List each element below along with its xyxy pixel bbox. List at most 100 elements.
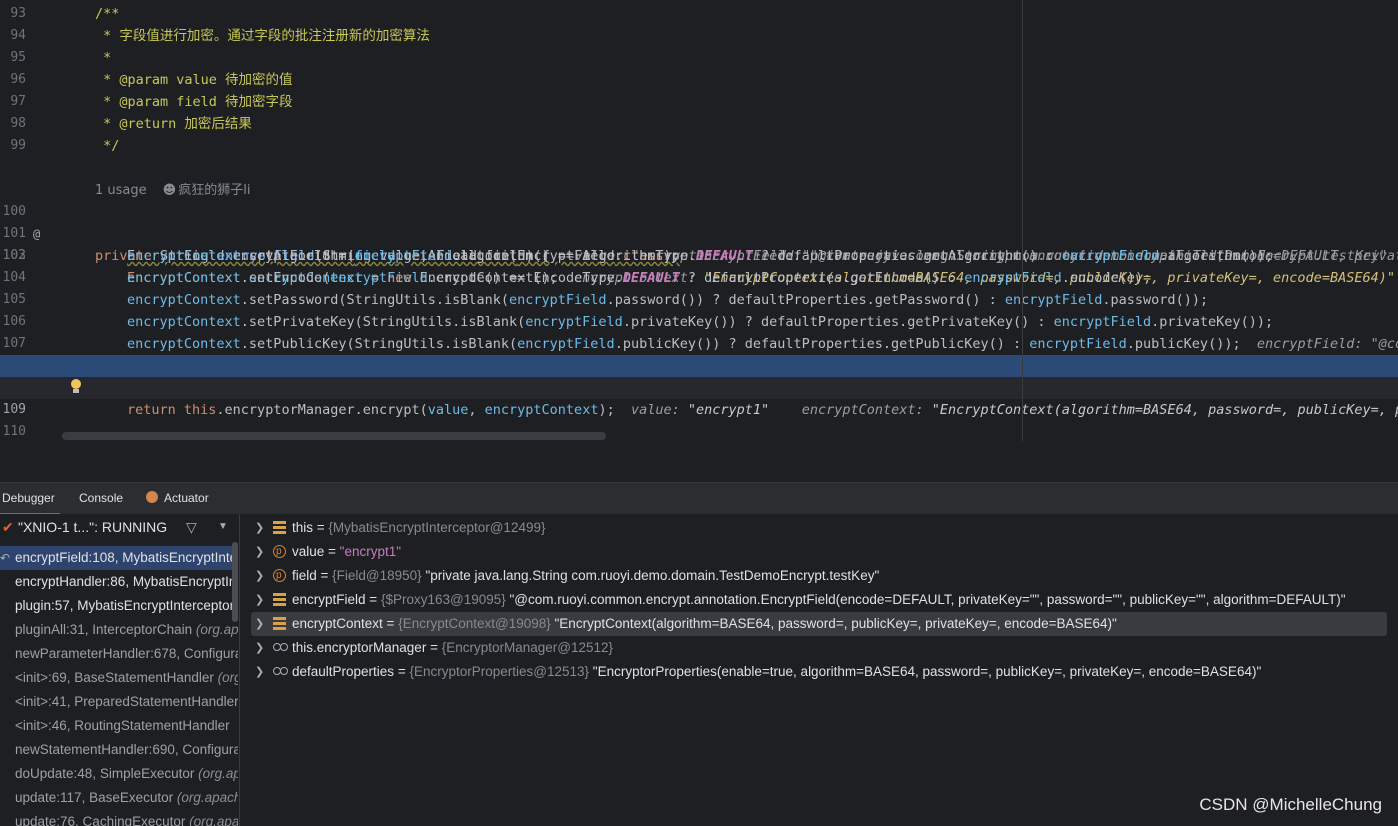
variable-name: this.encryptorManager bbox=[292, 640, 427, 655]
code-line-101[interactable]: 101 EncryptField encryptField = field.ge… bbox=[0, 201, 1398, 264]
code-token: ()) ? defaultProperties.getPassword bbox=[679, 292, 965, 308]
code-token: ? defaultProperties.getAlgorithm bbox=[752, 248, 1022, 264]
code-line-103[interactable]: 103 encryptContext.setAlgorithm(encryptFi… bbox=[0, 245, 1398, 267]
chevron-down-icon[interactable]: ▼ bbox=[218, 514, 228, 540]
variable-value: "private java.lang.String com.ruoyi.demo… bbox=[425, 568, 880, 583]
stack-frame[interactable]: doUpdate:48, SimpleExecutor (org.apache) bbox=[0, 762, 238, 786]
expand-chevron-icon[interactable]: ❯ bbox=[255, 540, 264, 564]
parameter-icon bbox=[273, 564, 286, 588]
stack-frame[interactable]: encryptHandler:86, MybatisEncryptInterce… bbox=[0, 570, 238, 594]
frame-package: (org.apache) bbox=[217, 670, 238, 685]
variable-row[interactable]: ❯field = {Field@18950} "private java.lan… bbox=[251, 564, 1387, 588]
stack-frame[interactable]: <init>:41, PreparedStatementHandler bbox=[0, 690, 238, 714]
horizontal-scrollbar[interactable] bbox=[62, 432, 606, 440]
variable-row[interactable]: ❯value = "encrypt1" bbox=[251, 540, 1387, 564]
code-line-99[interactable]: 99 */ bbox=[0, 135, 1398, 157]
comment-text: * 字段值进行加密。通过字段的批注注册新的加密算法 bbox=[95, 28, 430, 44]
tab-debugger[interactable]: Debugger bbox=[0, 483, 60, 515]
expand-chevron-icon[interactable]: ❯ bbox=[255, 588, 264, 612]
line-number[interactable]: 107 bbox=[0, 333, 26, 355]
tab-console[interactable]: Console bbox=[79, 483, 123, 515]
stack-frame[interactable]: newParameterHandler:678, Configuration bbox=[0, 642, 238, 666]
code-token: () : bbox=[923, 270, 965, 286]
code-token: .publicKey bbox=[614, 336, 696, 352]
frame-method: <init>:46, RoutingStatementHandler bbox=[15, 718, 230, 733]
code-line-110[interactable]: 110 bbox=[0, 399, 1398, 439]
code-line-100[interactable]: 100 @ private String encryptField(String… bbox=[0, 179, 1398, 264]
line-number[interactable]: 95 bbox=[0, 47, 26, 69]
code-line-105[interactable]: 105 encryptContext.setPassword(StringUtil… bbox=[0, 289, 1398, 311]
variable-row[interactable]: ❯ encryptField = {$Proxy163@19095} "@com.… bbox=[251, 588, 1387, 612]
variable-row[interactable]: ❯ defaultProperties = {EncryptorPropertie… bbox=[251, 660, 1387, 684]
stack-frame[interactable]: ↶ encryptField:108, MybatisEncryptInterce… bbox=[0, 546, 238, 570]
code-token: ? defaultProperties.getEncode bbox=[679, 270, 924, 286]
code-token: StringUtils bbox=[354, 336, 444, 352]
variable-ref: {EncryptorProperties@12513} bbox=[409, 664, 590, 679]
line-number[interactable]: 94 bbox=[0, 25, 26, 47]
variable-row[interactable]: ❯ this = {MybatisEncryptInterceptor@12499… bbox=[251, 516, 1387, 540]
code-line-102[interactable]: 102 EncryptContext encryptContext = new … bbox=[0, 223, 1398, 286]
expand-chevron-icon[interactable]: ❯ bbox=[255, 660, 264, 684]
stack-frame[interactable]: update:76, CachingExecutor (org.apache) bbox=[0, 810, 238, 826]
code-token: encryptContext bbox=[127, 336, 241, 352]
watermark: CSDN @MichelleChung bbox=[1199, 795, 1382, 814]
frames-scrollbar[interactable] bbox=[232, 542, 238, 622]
line-number[interactable]: 93 bbox=[0, 3, 26, 25]
code-line-104[interactable]: 104 encryptContext.setEncode(encryptField… bbox=[0, 267, 1398, 289]
expand-chevron-icon[interactable]: ❯ bbox=[255, 612, 264, 636]
line-number[interactable]: 106 bbox=[0, 311, 26, 333]
variable-value: "EncryptorProperties(enable=true, algori… bbox=[592, 664, 1262, 679]
usage-hint[interactable]: 1 usage ☻ 疯狂的狮子li bbox=[0, 157, 1398, 198]
variable-ref: {MybatisEncryptInterceptor@12499} bbox=[328, 520, 546, 535]
stack-frame[interactable]: update:117, BaseExecutor (org.apache) bbox=[0, 786, 238, 810]
frame-method: <init>:41, PreparedStatementHandler bbox=[15, 694, 238, 709]
variable-row[interactable]: ❯ encryptContext = {EncryptContext@19098}… bbox=[251, 612, 1387, 636]
comment-text: * @param value 待加密的值 bbox=[95, 72, 293, 88]
code-line-97[interactable]: 97 * @param field 待加密字段 bbox=[0, 91, 1398, 113]
code-token: ()); bbox=[1175, 292, 1209, 308]
frame-method: update:117, BaseExecutor bbox=[15, 790, 177, 805]
variable-name: this bbox=[292, 520, 314, 535]
stack-frame[interactable]: newStatementHandler:690, Configuration bbox=[0, 738, 238, 762]
variable-row[interactable]: ❯ this.encryptorManager = {EncryptorManag… bbox=[251, 636, 1387, 660]
stack-frame[interactable]: pluginAll:31, InterceptorChain (org.apac… bbox=[0, 618, 238, 642]
code-line-106[interactable]: 106 encryptContext.setPrivateKey(StringUt… bbox=[0, 311, 1398, 333]
code-line-98[interactable]: 98 * @return 加密后结果 bbox=[0, 113, 1398, 135]
line-number[interactable]: 96 bbox=[0, 69, 26, 91]
code-line-109[interactable]: 109 } bbox=[0, 377, 1398, 417]
code-token: () == bbox=[484, 270, 534, 286]
expand-chevron-icon[interactable]: ❯ bbox=[255, 516, 264, 540]
tab-label: Debugger bbox=[2, 491, 55, 505]
line-number[interactable]: 98 bbox=[0, 113, 26, 135]
code-token: .encode bbox=[427, 270, 485, 286]
line-number[interactable]: 105 bbox=[0, 289, 26, 311]
code-token: () : bbox=[964, 292, 1005, 308]
code-line-96[interactable]: 96 * @param value 待加密的值 bbox=[0, 69, 1398, 91]
stack-frame[interactable]: <init>:69, BaseStatementHandler (org.apa… bbox=[0, 666, 238, 690]
intention-bulb-icon[interactable] bbox=[70, 379, 82, 395]
line-number[interactable]: 97 bbox=[0, 91, 26, 113]
expand-chevron-icon[interactable]: ❯ bbox=[255, 564, 264, 588]
variable-ref: {Field@18950} bbox=[332, 568, 422, 583]
code-line-95[interactable]: 95 * bbox=[0, 47, 1398, 69]
code-token: .isBlank( bbox=[435, 292, 510, 308]
tab-label: Actuator bbox=[164, 491, 209, 505]
stack-frame[interactable]: plugin:57, MybatisEncryptInterceptor bbox=[0, 594, 238, 618]
code-line-107[interactable]: 107 encryptContext.setPublicKey(StringUti… bbox=[0, 333, 1398, 355]
code-token: AlgorithmType. bbox=[582, 248, 696, 264]
actuator-icon bbox=[146, 491, 158, 503]
code-line-94[interactable]: 94 * 字段值进行加密。通过字段的批注注册新的加密算法 bbox=[0, 25, 1398, 47]
variable-name: defaultProperties bbox=[292, 664, 395, 679]
thread-selector[interactable]: ✔ "XNIO-1 t...": RUNNING ▽ ▼ bbox=[0, 514, 239, 540]
tab-actuator[interactable]: Actuator bbox=[146, 483, 209, 515]
code-token: encryptContext bbox=[127, 248, 241, 264]
code-editor[interactable]: 93/** 94 * 字段值进行加密。通过字段的批注注册新的加密算法 95 * 96 … bbox=[0, 0, 1398, 441]
line-number[interactable]: 104 bbox=[0, 267, 26, 289]
filter-icon[interactable]: ▽ bbox=[186, 514, 197, 540]
code-line-108[interactable]: 108 return this.encryptorManager.encrypt… bbox=[0, 355, 1398, 418]
stack-frame[interactable]: <init>:46, RoutingStatementHandler bbox=[0, 714, 238, 738]
line-number[interactable]: 99 bbox=[0, 135, 26, 157]
expand-chevron-icon[interactable]: ❯ bbox=[255, 636, 264, 660]
code-line-93[interactable]: 93 /** bbox=[0, 3, 1398, 25]
line-number[interactable]: 103 bbox=[0, 245, 26, 267]
